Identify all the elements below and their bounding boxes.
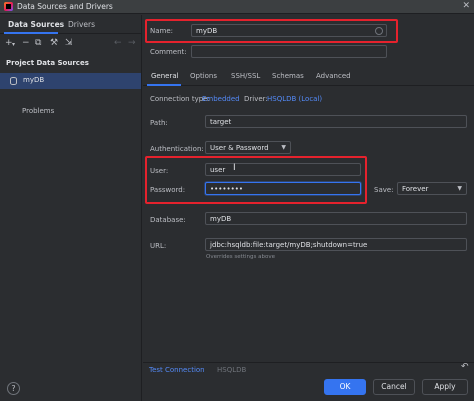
copy-icon[interactable]: ⧉ — [35, 38, 41, 48]
comment-field[interactable]: ⤢ — [191, 45, 387, 58]
password-label: Password: — [150, 186, 186, 194]
save-value: Forever — [402, 185, 429, 193]
path-value: target — [210, 118, 232, 126]
password-field[interactable]: •••••••• — [205, 182, 361, 195]
tab-ssh-ssl[interactable]: SSH/SSL — [231, 72, 260, 80]
database-label: Database: — [150, 216, 186, 224]
driver-name-link[interactable]: HSQLDB — [217, 366, 246, 374]
project-data-sources-heading: Project Data Sources — [6, 59, 89, 67]
close-icon[interactable]: ✕ — [462, 1, 470, 11]
active-tab-indicator — [147, 84, 181, 86]
sidebar-item-mydb[interactable]: myDB — [0, 73, 141, 89]
forward-arrow-icon[interactable]: → — [128, 38, 136, 48]
test-connection-link[interactable]: Test Connection — [149, 366, 205, 374]
save-label: Save: — [374, 186, 394, 194]
tab-drivers[interactable]: Drivers — [68, 20, 95, 29]
url-field[interactable]: jdbc:hsqldb:file:target/myDB;shutdown=tr… — [205, 238, 467, 251]
wrench-icon[interactable]: ⚒ — [50, 38, 58, 48]
back-arrow-icon[interactable]: ← — [114, 38, 122, 48]
window-titlebar: Data Sources and Drivers ✕ — [0, 0, 474, 14]
comment-label: Comment: — [150, 48, 187, 56]
sidebar-tabs: Data Sources Drivers — [0, 15, 142, 34]
tab-schemas[interactable]: Schemas — [272, 72, 304, 80]
tab-data-sources[interactable]: Data Sources — [8, 20, 64, 29]
settings-tabs: General Options SSH/SSL Schemas Advanced — [143, 68, 474, 86]
chevron-down-icon: ▼ — [457, 185, 462, 192]
help-icon[interactable]: ? — [7, 382, 20, 395]
connection-type-label: Connection type: — [150, 95, 210, 103]
url-label: URL: — [150, 242, 167, 250]
name-value: myDB — [196, 27, 218, 35]
remove-icon[interactable]: − — [22, 38, 30, 48]
url-note: Overrides settings above — [206, 254, 275, 260]
chevron-down-icon: ▼ — [281, 144, 286, 151]
database-icon — [10, 77, 17, 85]
text-cursor-icon: Ⅰ — [233, 163, 236, 173]
active-tab-indicator — [4, 32, 58, 34]
sidebar-toolbar: + ▾ − ⧉ ⚒ ⇲ ← → — [0, 36, 142, 52]
tab-advanced[interactable]: Advanced — [316, 72, 351, 80]
user-label: User: — [150, 167, 169, 175]
user-field[interactable]: user — [205, 163, 361, 176]
url-value: jdbc:hsqldb:file:target/myDB;shutdown=tr… — [210, 241, 368, 249]
path-label: Path: — [150, 119, 168, 127]
authentication-select[interactable]: User & Password ▼ — [205, 141, 291, 154]
undo-icon[interactable]: ↶ — [461, 362, 469, 372]
driver-label: Driver: — [244, 95, 268, 103]
database-value: myDB — [210, 215, 232, 223]
driver-link[interactable]: HSQLDB (Local) — [267, 95, 322, 103]
password-value: •••••••• — [210, 185, 244, 193]
tab-general[interactable]: General — [151, 72, 179, 80]
footer-divider — [143, 362, 474, 363]
import-icon[interactable]: ⇲ — [65, 38, 73, 48]
tab-options[interactable]: Options — [190, 72, 217, 80]
path-field[interactable]: target — [205, 115, 467, 128]
data-source-settings: Name: myDB Comment: ⤢ General Options SS… — [143, 15, 474, 401]
sidebar: Data Sources Drivers + ▾ − ⧉ ⚒ ⇲ ← → Pro… — [0, 15, 142, 401]
database-field[interactable]: myDB — [205, 212, 467, 225]
cancel-button[interactable]: Cancel — [373, 379, 415, 395]
name-label: Name: — [150, 27, 174, 35]
authentication-label: Authentication: — [150, 145, 204, 153]
sidebar-item-problems[interactable]: Problems — [22, 107, 54, 115]
save-select[interactable]: Forever ▼ — [397, 182, 467, 195]
connection-type-link[interactable]: Embedded — [202, 95, 240, 103]
user-value: user — [210, 166, 226, 174]
authentication-value: User & Password — [210, 144, 269, 152]
ok-button[interactable]: OK — [324, 379, 366, 395]
name-field[interactable]: myDB — [191, 24, 387, 37]
sidebar-item-label: myDB — [23, 76, 45, 84]
window-title: Data Sources and Drivers — [17, 2, 113, 11]
color-ring-icon[interactable] — [375, 27, 383, 35]
chevron-down-icon[interactable]: ▾ — [12, 40, 15, 50]
app-icon — [4, 2, 13, 11]
apply-button[interactable]: Apply — [422, 379, 468, 395]
